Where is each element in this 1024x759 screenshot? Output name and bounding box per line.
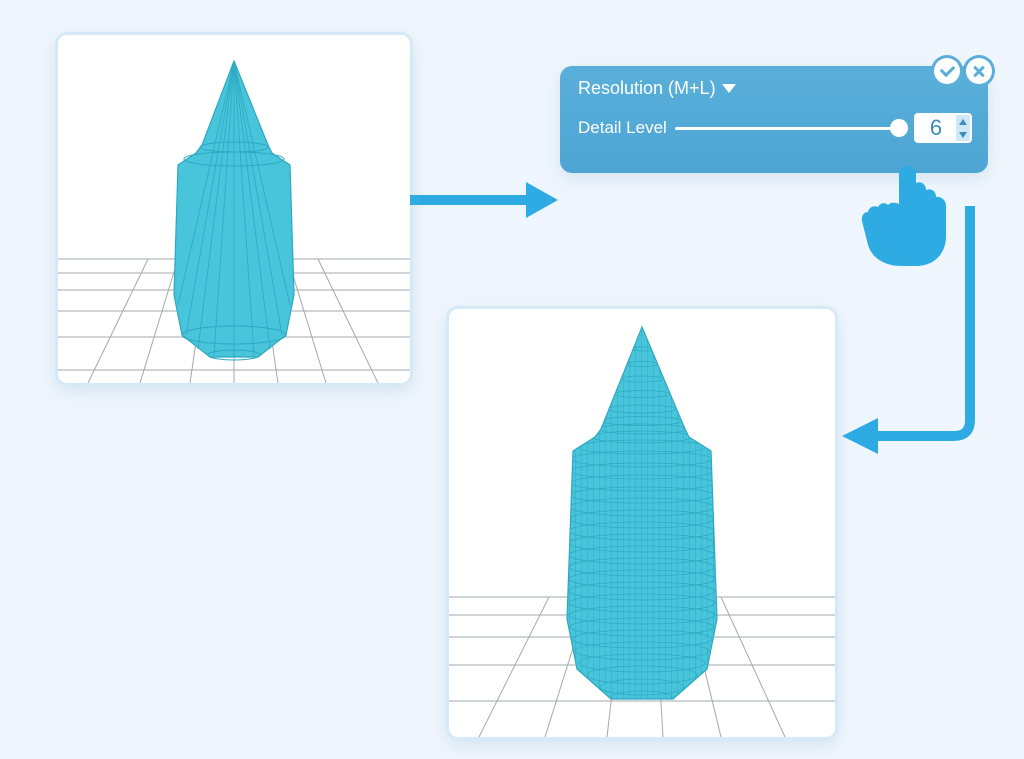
viewport-high-res xyxy=(446,306,838,740)
panel-header[interactable]: Resolution (M+L) xyxy=(578,78,972,99)
detail-level-value[interactable]: 6 xyxy=(916,115,956,141)
chevron-down-icon xyxy=(722,84,736,93)
detail-level-slider[interactable] xyxy=(675,127,906,130)
detail-level-label: Detail Level xyxy=(578,118,667,138)
pointer-hand-icon xyxy=(850,162,960,268)
spinner-down-icon[interactable] xyxy=(956,128,970,141)
panel-title: Resolution (M+L) xyxy=(578,78,716,99)
high-res-model-svg xyxy=(449,309,835,737)
confirm-button[interactable] xyxy=(934,58,960,84)
arrow-low-to-panel xyxy=(406,176,562,224)
close-button[interactable] xyxy=(966,58,992,84)
panel-action-icons xyxy=(934,58,992,84)
low-res-model-svg xyxy=(58,35,410,383)
slider-thumb[interactable] xyxy=(890,119,908,137)
viewport-low-res xyxy=(55,32,413,386)
spinner-up-icon[interactable] xyxy=(956,115,970,128)
detail-level-spinner[interactable]: 6 xyxy=(914,113,972,143)
resolution-panel: Resolution (M+L) Detail Level 6 xyxy=(560,66,988,173)
detail-level-row: Detail Level 6 xyxy=(578,113,972,143)
